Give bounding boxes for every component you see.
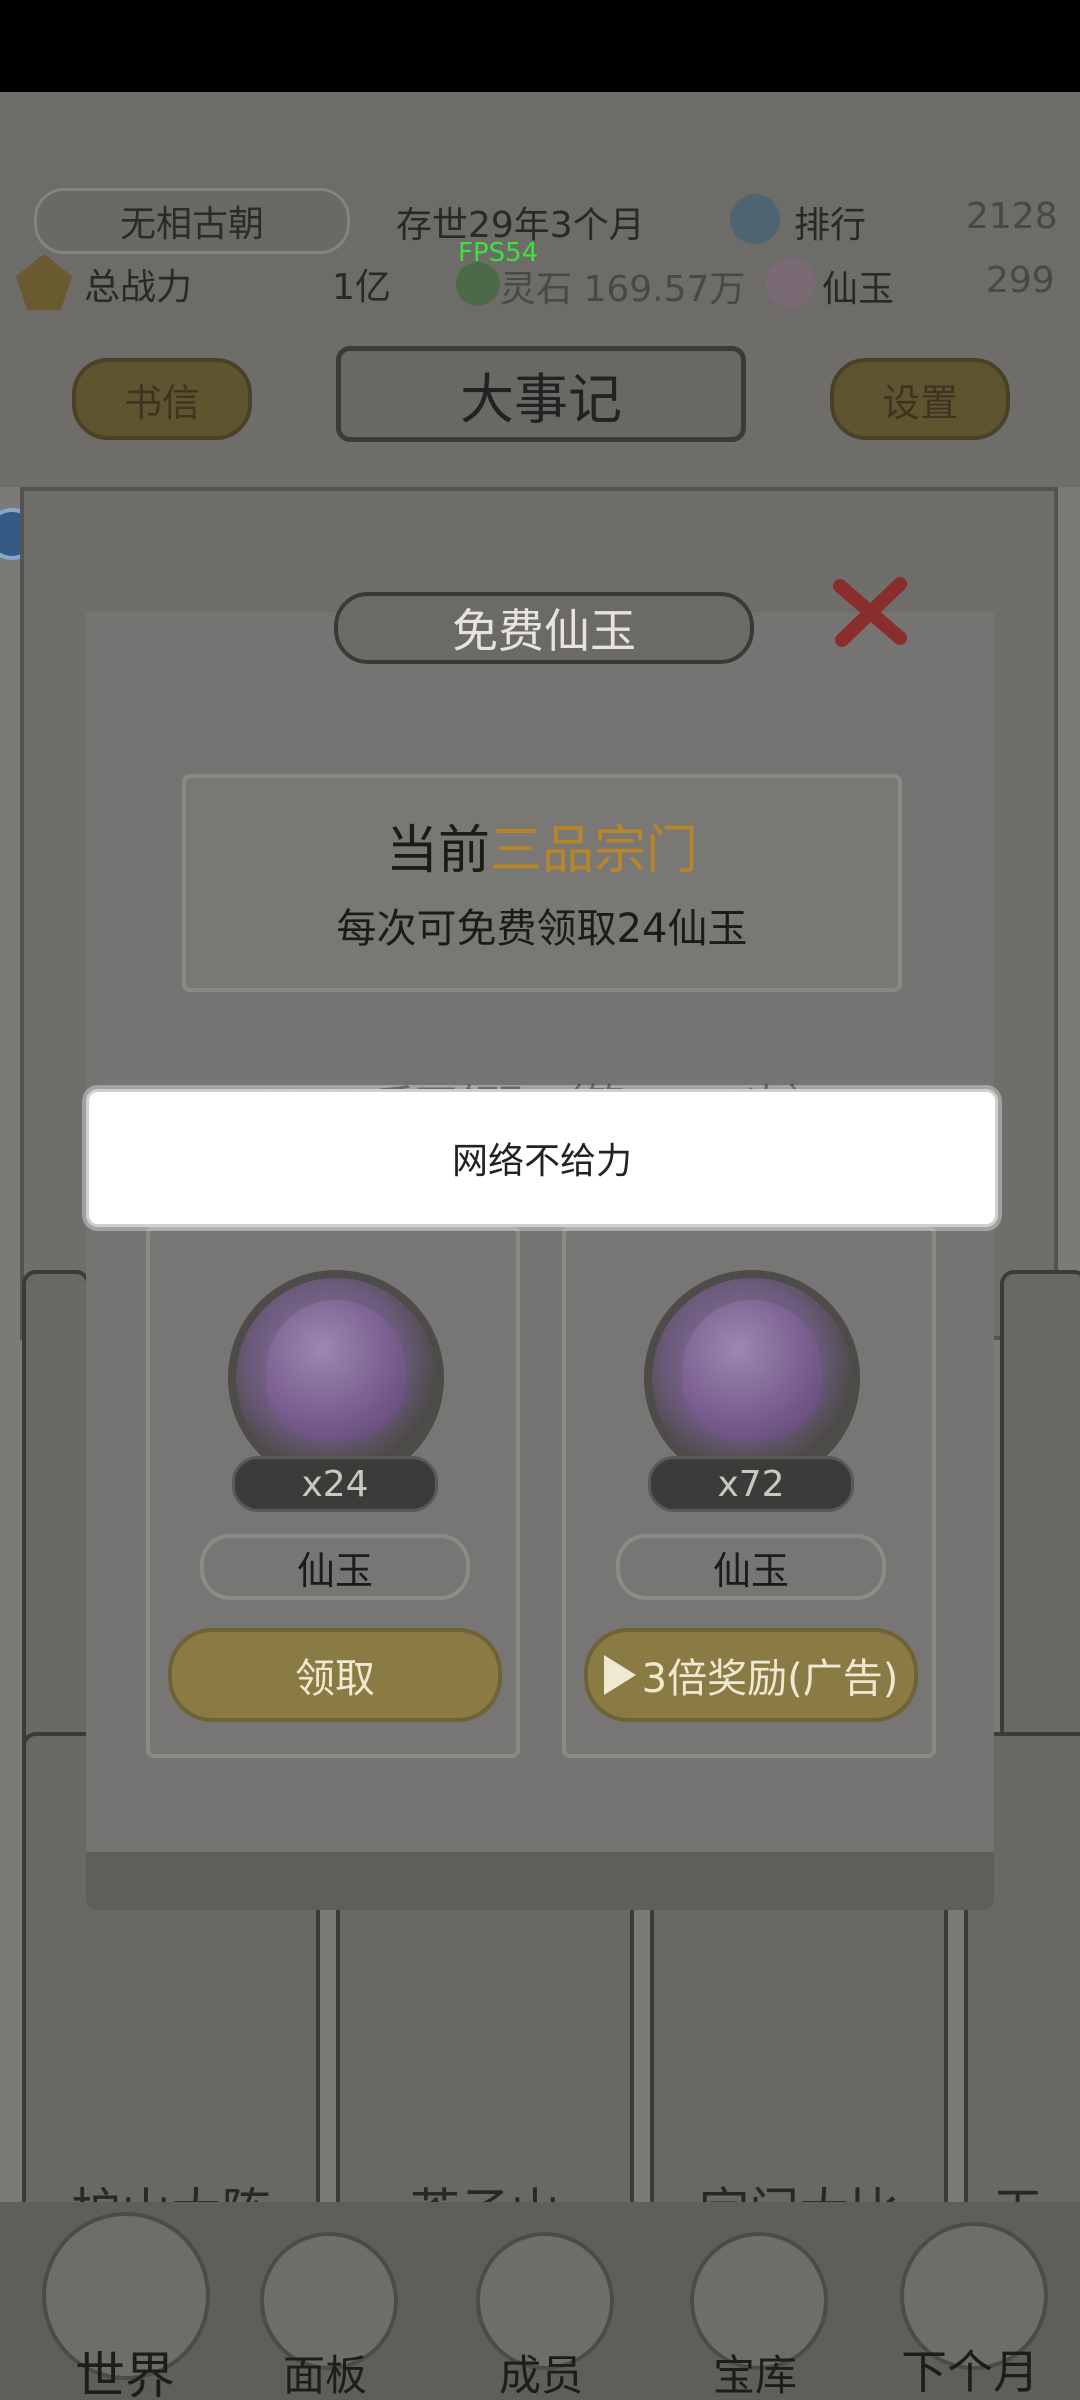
jade-orb-icon [228, 1270, 444, 1486]
free-claim-description: 每次可免费领取24仙玉 [336, 906, 748, 952]
dynasty-pill: 无相古朝 [34, 188, 350, 254]
reward-count: x72 [648, 1456, 854, 1512]
free-jade-modal: 免费仙玉 当前三品宗门 每次可免费领取24仙玉 00:00后可领取（第22/30… [86, 582, 994, 1910]
reward-card-normal: x24 仙玉 领取 [146, 1226, 520, 1758]
reward-name: 仙玉 [616, 1534, 886, 1600]
side-card-right[interactable] [1000, 1270, 1080, 1798]
chronicle-title: 大事记 [336, 346, 746, 442]
nav-next-month[interactable]: 下个月 [870, 2336, 1070, 2400]
jade-value: 299 [986, 260, 1055, 301]
nav-treasury[interactable]: 宝库 [670, 2342, 840, 2400]
network-error-toast: 网络不给力 [86, 1089, 998, 1227]
top-resource-bar: 无相古朝 存世29年3个月 排行 2128 总战力 1亿 灵石 169.57万 … [0, 92, 1080, 322]
reward-name: 仙玉 [200, 1534, 470, 1600]
nav-members[interactable]: 成员 [456, 2342, 626, 2400]
claim-button[interactable]: 领取 [168, 1628, 502, 1722]
fps-counter: FPS54 [458, 238, 539, 268]
settings-button[interactable]: 设置 [830, 358, 1010, 440]
modal-title: 免费仙玉 [334, 592, 754, 664]
reward-count: x24 [232, 1456, 438, 1512]
power-value: 1亿 [332, 267, 391, 308]
play-icon [603, 1655, 636, 1695]
jade-orb-icon [644, 1270, 860, 1486]
spirit-stone-icon [456, 262, 500, 306]
rank-value: 2128 [966, 196, 1058, 237]
ad-reward-button[interactable]: 3倍奖励(广告) [584, 1628, 918, 1722]
nav-panel[interactable]: 面板 [240, 2342, 410, 2400]
power-icon [16, 254, 72, 310]
close-icon[interactable] [830, 572, 910, 652]
jade-flame-icon [682, 1300, 822, 1440]
rank-label: 排行 [794, 205, 867, 246]
sect-info-box: 当前三品宗门 每次可免费领取24仙玉 [182, 774, 902, 992]
sect-rank-prefix: 当前 [385, 821, 490, 881]
sect-rank-line: 当前三品宗门 [186, 808, 898, 883]
bottom-navigation: 世界 面板 成员 宝库 下个月 [0, 2202, 1080, 2400]
jade-flame-icon [266, 1300, 406, 1440]
dynasty-name: 无相古朝 [119, 204, 264, 245]
rank-icon [730, 194, 780, 244]
nav-world[interactable]: 世界 [20, 2336, 230, 2400]
power-label: 总战力 [84, 267, 193, 308]
chronicle-header: 书信 大事记 设置 [0, 322, 1080, 560]
reward-card-ad: x72 仙玉 3倍奖励(广告) [562, 1226, 936, 1758]
jade-icon [766, 258, 816, 308]
side-card-left[interactable] [22, 1270, 90, 1798]
jade-label: 仙玉 [822, 269, 895, 310]
sect-rank-highlight: 三品宗门 [490, 821, 699, 881]
modal-bottom-decoration [86, 1852, 994, 1910]
ad-reward-label: 3倍奖励(广告) [641, 1656, 899, 1702]
letters-button[interactable]: 书信 [72, 358, 252, 440]
